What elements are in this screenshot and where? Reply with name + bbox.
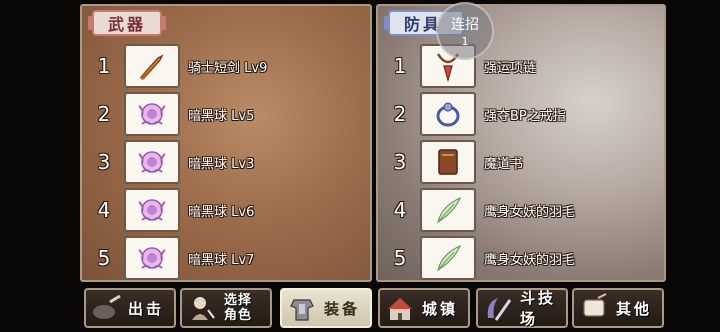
game-screen: 武器 1 骑士短剑 Lv9 2 暗黑球 Lv5 3 暗黑球 Lv3 4 暗黑球 … (0, 0, 720, 332)
weapons-panel: 武器 1 骑士短剑 Lv9 2 暗黑球 Lv5 3 暗黑球 Lv3 4 暗黑球 … (80, 4, 372, 282)
town-icon (388, 298, 412, 320)
combo-count: 1 (461, 35, 469, 48)
sortie-icon (93, 294, 121, 319)
weapon-name: 暗黑球 Lv3 (188, 156, 255, 172)
weapon-row-1[interactable]: 1 骑士短剑 Lv9 (90, 44, 267, 88)
character-icon (192, 297, 215, 320)
armor-row-5[interactable]: 5 鹰身女妖的羽毛 (386, 236, 575, 280)
dagger-icon (124, 44, 180, 88)
slot-number: 4 (97, 198, 111, 222)
weapon-name: 暗黑球 Lv7 (188, 252, 255, 268)
sortie-button[interactable]: 出击 (84, 288, 176, 328)
armor-name: 强夺BP之戒指 (484, 108, 566, 124)
slot-number: 2 (97, 102, 111, 126)
select-character-label: 选择 角色 (224, 293, 252, 323)
equipment-label: 装备 (324, 299, 361, 318)
slot-number: 1 (97, 54, 111, 78)
select-character-button[interactable]: 选择 角色 (180, 288, 272, 328)
armor-row-3[interactable]: 3 魔道书 (386, 140, 523, 184)
dark-orb-icon (124, 92, 180, 136)
feather-icon (420, 188, 476, 232)
armor-name: 强运项链 (484, 60, 537, 76)
weapons-title: 武器 (88, 10, 166, 36)
slot-number: 5 (393, 246, 407, 270)
armor-name: 魔道书 (484, 156, 524, 172)
weapon-row-3[interactable]: 3 暗黑球 Lv3 (90, 140, 254, 184)
weapons-title-text: 武器 (108, 15, 147, 34)
other-label: 其他 (616, 299, 653, 318)
town-button[interactable]: 城镇 (378, 288, 470, 328)
select-character-label-line1: 选择 (224, 293, 253, 308)
other-button[interactable]: 其他 (572, 288, 664, 328)
town-label: 城镇 (422, 299, 459, 318)
armor-panel: 防具 1 强运项链 2 强夺BP之戒指 3 魔道书 4 鹰身女妖的羽毛 5 鹰身… (376, 4, 666, 282)
arena-icon (487, 298, 512, 321)
armor-name: 鹰身女妖的羽毛 (484, 252, 576, 268)
combo-button[interactable]: 连招 1 (436, 2, 494, 60)
armor-name: 鹰身女妖的羽毛 (484, 204, 576, 220)
bottom-menu: 出击 选择 角色 装备 城镇 斗技场 其他 (84, 288, 664, 330)
select-character-label-line2: 角色 (224, 308, 253, 323)
scroll-icon (583, 293, 607, 317)
dark-orb-icon (124, 140, 180, 184)
arena-button[interactable]: 斗技场 (476, 288, 568, 328)
ring-icon (420, 92, 476, 136)
weapon-row-2[interactable]: 2 暗黑球 Lv5 (90, 92, 254, 136)
slot-number: 2 (393, 102, 407, 126)
equipment-button[interactable]: 装备 (280, 288, 372, 328)
sortie-label: 出击 (128, 299, 165, 318)
weapon-row-5[interactable]: 5 暗黑球 Lv7 (90, 236, 254, 280)
weapon-row-4[interactable]: 4 暗黑球 Lv6 (90, 188, 254, 232)
slot-number: 3 (97, 150, 111, 174)
slot-number: 1 (393, 54, 407, 78)
arena-label: 斗技场 (520, 289, 557, 328)
weapon-name: 暗黑球 Lv6 (188, 204, 255, 220)
dark-orb-icon (124, 236, 180, 280)
feather-icon (420, 236, 476, 280)
slot-number: 3 (393, 150, 407, 174)
slot-number: 5 (97, 246, 111, 270)
armor-icon (290, 299, 314, 321)
slot-number: 4 (393, 198, 407, 222)
dark-orb-icon (124, 188, 180, 232)
weapon-name: 骑士短剑 Lv9 (188, 60, 268, 76)
armor-row-4[interactable]: 4 鹰身女妖的羽毛 (386, 188, 575, 232)
armor-row-2[interactable]: 2 强夺BP之戒指 (386, 92, 566, 136)
book-icon (420, 140, 476, 184)
weapon-name: 暗黑球 Lv5 (188, 108, 255, 124)
combo-label: 连招 (451, 17, 479, 33)
